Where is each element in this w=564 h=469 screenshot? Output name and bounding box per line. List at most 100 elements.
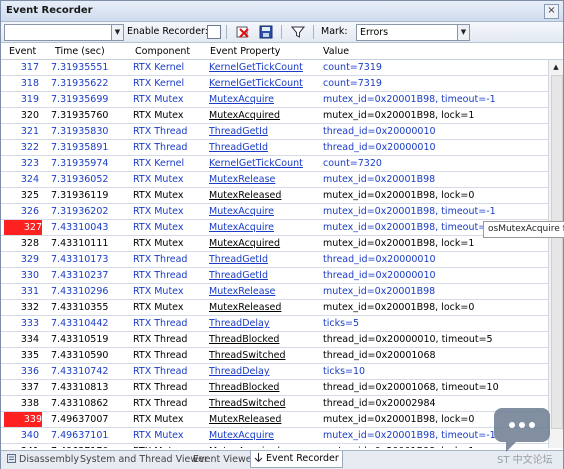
event-value: mutex_id=0x20001B98, lock=0 bbox=[323, 414, 475, 425]
event-property[interactable]: ThreadGetId bbox=[209, 270, 268, 281]
event-value: thread_id=0x20000010, timeout=5 bbox=[323, 334, 493, 345]
table-row[interactable]: 324 7.31936052 RTX Mutex MutexRelease mutex_… bbox=[1, 172, 548, 188]
event-time: 7.31936202 bbox=[51, 206, 109, 217]
event-property[interactable]: MutexReleased bbox=[209, 302, 281, 313]
event-value: thread_id=0x20001068, timeout=10 bbox=[323, 382, 499, 393]
table-row[interactable]: 326 7.31936202 RTX Mutex MutexAcquire mutex_… bbox=[1, 204, 548, 220]
tab-event-viewer[interactable]: Event Viewer bbox=[190, 453, 259, 467]
event-property[interactable]: KernelGetTickCount bbox=[209, 78, 303, 89]
event-component: RTX Thread bbox=[133, 254, 188, 265]
table-row[interactable]: 317 7.31935551 RTX Kernel KernelGetTickCoun… bbox=[1, 60, 548, 76]
toolbar-separator bbox=[313, 25, 314, 39]
event-property[interactable]: ThreadSwitched bbox=[209, 398, 286, 409]
column-header-event-property[interactable]: Event Property bbox=[210, 46, 280, 57]
save-icon[interactable] bbox=[259, 25, 273, 39]
table-row[interactable]: 322 7.31935891 RTX Thread ThreadGetId thread… bbox=[1, 140, 548, 156]
event-property[interactable]: ThreadGetId bbox=[209, 142, 268, 153]
table-row[interactable]: 330 7.43310237 RTX Thread ThreadGetId thread… bbox=[1, 268, 548, 284]
filter-combo[interactable]: ▼ bbox=[4, 24, 124, 41]
event-number: 317 bbox=[20, 62, 39, 73]
event-property[interactable]: MutexAcquire bbox=[209, 206, 274, 217]
event-property[interactable]: ThreadDelay bbox=[209, 366, 269, 377]
column-header-value[interactable]: Value bbox=[323, 46, 349, 57]
event-property[interactable]: ThreadGetId bbox=[209, 254, 268, 265]
event-time: 7.31935974 bbox=[51, 158, 109, 169]
event-property[interactable]: MutexReleased bbox=[209, 190, 281, 201]
event-number: 331 bbox=[20, 286, 39, 297]
table-row[interactable]: 335 7.43310590 RTX Thread ThreadSwitched thr… bbox=[1, 348, 548, 364]
event-component: RTX Mutex bbox=[133, 174, 184, 185]
table-row[interactable]: 321 7.31935830 RTX Thread ThreadGetId thread… bbox=[1, 124, 548, 140]
table-row[interactable]: 323 7.31935974 RTX Kernel KernelGetTickCoun… bbox=[1, 156, 548, 172]
column-header-event[interactable]: Event bbox=[9, 46, 36, 57]
scroll-thumb[interactable] bbox=[551, 75, 563, 429]
event-value: mutex_id=0x20001B98, lock=1 bbox=[323, 110, 475, 121]
vertical-scrollbar[interactable]: ▲ bbox=[548, 60, 563, 448]
event-number: 322 bbox=[20, 142, 39, 153]
event-time: 7.49637170 bbox=[51, 446, 108, 448]
table-row[interactable]: 320 7.31935760 RTX Mutex MutexAcquired mutex… bbox=[1, 108, 548, 124]
event-property[interactable]: ThreadBlocked bbox=[209, 334, 279, 345]
chevron-down-icon[interactable]: ▼ bbox=[457, 25, 469, 40]
table-row[interactable]: 334 7.43310519 RTX Thread ThreadBlocked thre… bbox=[1, 332, 548, 348]
table-row[interactable]: 319 7.31935699 RTX Mutex MutexAcquire mutex_… bbox=[1, 92, 548, 108]
event-time: 7.49637101 bbox=[51, 430, 109, 441]
event-property[interactable]: MutexAcquire bbox=[209, 430, 274, 441]
table-row[interactable]: 341 7.49637170 RTX Mutex MutexAcquired mutex… bbox=[1, 444, 548, 448]
event-component: RTX Mutex bbox=[133, 414, 184, 425]
table-row[interactable]: 337 7.43310813 RTX Thread ThreadBlocked thre… bbox=[1, 380, 548, 396]
event-number: 338 bbox=[20, 398, 39, 409]
event-property[interactable]: ThreadGetId bbox=[209, 126, 268, 137]
table-row[interactable]: 318 7.31935622 RTX Kernel KernelGetTickCoun… bbox=[1, 76, 548, 92]
event-property[interactable]: MutexReleased bbox=[209, 414, 281, 425]
scroll-up-icon[interactable]: ▲ bbox=[550, 61, 562, 73]
table-row[interactable]: 332 7.43310355 RTX Mutex MutexReleased mutex… bbox=[1, 300, 548, 316]
event-property[interactable]: ThreadDelay bbox=[209, 318, 269, 329]
table-row[interactable]: 331 7.43310296 RTX Mutex MutexRelease mutex_… bbox=[1, 284, 548, 300]
table-row[interactable]: 328 7.43310111 RTX Mutex MutexAcquired mutex… bbox=[1, 236, 548, 252]
window-title: Event Recorder bbox=[6, 5, 93, 16]
event-property[interactable]: MutexAcquire bbox=[209, 222, 274, 233]
table-row[interactable]: 327 7.43310043 RTX Mutex MutexAcquire mutex_… bbox=[1, 220, 548, 236]
event-property[interactable]: MutexRelease bbox=[209, 174, 275, 185]
mark-combo[interactable]: Errors ▼ bbox=[356, 24, 470, 41]
close-button[interactable]: × bbox=[544, 4, 559, 19]
mark-combo-value: Errors bbox=[360, 27, 389, 38]
enable-recorder-checkbox[interactable] bbox=[207, 25, 221, 39]
event-time: 7.43310590 bbox=[51, 350, 109, 361]
event-property[interactable]: MutexAcquired bbox=[209, 446, 280, 448]
table-row[interactable]: 338 7.43310862 RTX Thread ThreadSwitched thr… bbox=[1, 396, 548, 412]
event-component: RTX Kernel bbox=[133, 62, 185, 73]
event-number: 327 bbox=[4, 220, 42, 235]
table-row[interactable]: 336 7.43310742 RTX Thread ThreadDelay ticks=… bbox=[1, 364, 548, 380]
tab-disassembly[interactable]: Disassembly bbox=[4, 453, 82, 467]
filter-icon[interactable] bbox=[291, 25, 305, 39]
event-time: 7.31936119 bbox=[51, 190, 109, 201]
event-property[interactable]: KernelGetTickCount bbox=[209, 158, 303, 169]
event-number: 332 bbox=[20, 302, 39, 313]
chevron-down-icon[interactable]: ▼ bbox=[111, 25, 123, 40]
event-time: 7.31935699 bbox=[51, 94, 109, 105]
event-property[interactable]: ThreadBlocked bbox=[209, 382, 279, 393]
event-property[interactable]: MutexAcquire bbox=[209, 94, 274, 105]
event-property[interactable]: MutexAcquired bbox=[209, 110, 280, 121]
tab-event-recorder[interactable]: Event Recorder bbox=[250, 451, 343, 468]
column-header-component[interactable]: Component bbox=[135, 46, 190, 57]
event-component: RTX Thread bbox=[133, 142, 188, 153]
column-header-time[interactable]: Time (sec) bbox=[55, 46, 105, 57]
event-component: RTX Mutex bbox=[133, 190, 184, 201]
clear-icon[interactable] bbox=[236, 25, 250, 39]
table-row[interactable]: 329 7.43310173 RTX Thread ThreadGetId thread… bbox=[1, 252, 548, 268]
table-row[interactable]: 325 7.31936119 RTX Mutex MutexReleased mutex… bbox=[1, 188, 548, 204]
event-property[interactable]: KernelGetTickCount bbox=[209, 62, 303, 73]
table-row[interactable]: 339 7.49637007 RTX Mutex MutexReleased mutex… bbox=[1, 412, 548, 428]
event-property[interactable]: MutexAcquired bbox=[209, 238, 280, 249]
event-property[interactable]: ThreadSwitched bbox=[209, 350, 286, 361]
table-row[interactable]: 340 7.49637101 RTX Mutex MutexAcquire mutex_… bbox=[1, 428, 548, 444]
table-row[interactable]: 333 7.43310442 RTX Thread ThreadDelay ticks=… bbox=[1, 316, 548, 332]
event-component: RTX Mutex bbox=[133, 94, 184, 105]
event-component: RTX Mutex bbox=[133, 446, 183, 448]
event-number: 326 bbox=[20, 206, 39, 217]
event-number: 339 bbox=[4, 412, 42, 427]
event-property[interactable]: MutexRelease bbox=[209, 286, 275, 297]
